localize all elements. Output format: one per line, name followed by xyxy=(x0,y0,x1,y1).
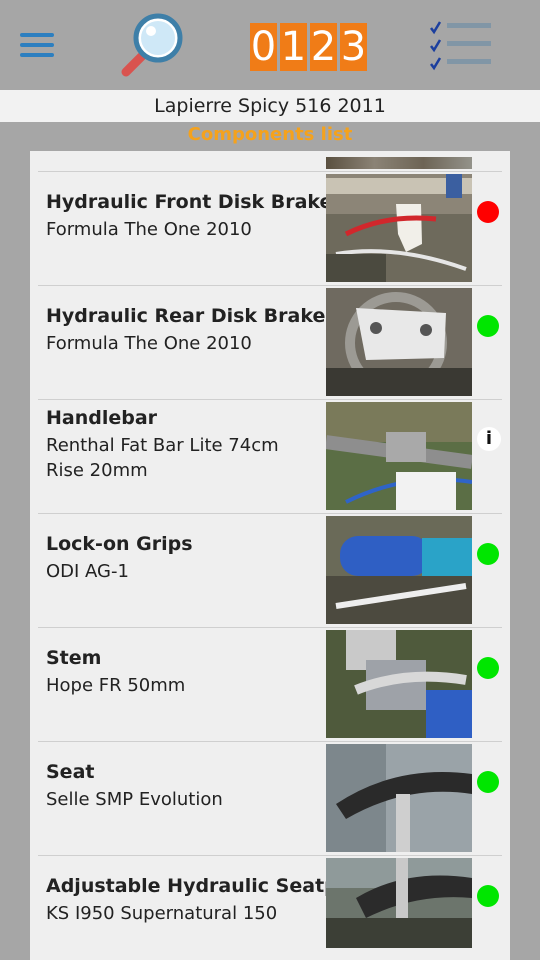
component-desc: KS I950 Supernatural 150 xyxy=(46,903,278,924)
info-icon[interactable]: i xyxy=(477,427,501,451)
component-desc: Formula The One 2010 xyxy=(46,333,252,354)
status-ok-icon xyxy=(477,885,499,907)
component-photo[interactable] xyxy=(326,402,472,510)
status-ok-icon xyxy=(477,771,499,793)
component-row-stem[interactable]: Stem Hope FR 50mm xyxy=(30,627,510,741)
status-ok-icon xyxy=(477,657,499,679)
component-desc: Hope FR 50mm xyxy=(46,675,186,696)
checklist-icon[interactable] xyxy=(425,18,495,72)
bike-title: Lapierre Spicy 516 2011 xyxy=(0,90,540,122)
counter-display: 0 1 2 3 xyxy=(250,23,367,71)
component-desc: Selle SMP Evolution xyxy=(46,789,223,810)
component-photo[interactable] xyxy=(326,174,472,282)
search-icon[interactable] xyxy=(118,12,188,82)
component-photo[interactable] xyxy=(326,744,472,852)
status-bad-icon xyxy=(477,201,499,223)
component-name: Stem xyxy=(46,647,102,669)
component-row-grips[interactable]: Lock-on Grips ODI AG-1 xyxy=(30,513,510,627)
components-list[interactable]: Hydraulic Front Disk Brake Formula The O… xyxy=(30,151,510,960)
component-name: Adjustable Hydraulic Seatpost xyxy=(46,875,372,897)
component-desc: Renthal Fat Bar Lite 74cm Rise 20mm xyxy=(46,435,279,481)
component-photo[interactable] xyxy=(326,516,472,624)
component-row-front-brake[interactable]: Hydraulic Front Disk Brake Formula The O… xyxy=(30,171,510,285)
component-row-seatpost[interactable]: Adjustable Hydraulic Seatpost KS I950 Su… xyxy=(30,855,510,960)
component-name: Seat xyxy=(46,761,95,783)
component-row-rear-brake[interactable]: Hydraulic Rear Disk Brake Formula The On… xyxy=(30,285,510,399)
component-photo[interactable] xyxy=(326,630,472,738)
counter-digit: 2 xyxy=(310,23,337,71)
component-row-seat[interactable]: Seat Selle SMP Evolution xyxy=(30,741,510,855)
component-name: Hydraulic Rear Disk Brake xyxy=(46,305,326,327)
component-photo[interactable] xyxy=(326,157,472,169)
status-ok-icon xyxy=(477,315,499,337)
status-ok-icon xyxy=(477,543,499,565)
section-title: Components list xyxy=(187,124,353,145)
counter-digit: 1 xyxy=(280,23,307,71)
counter-digit: 3 xyxy=(340,23,367,71)
component-desc: Formula The One 2010 xyxy=(46,219,252,240)
top-toolbar: 0 1 2 3 xyxy=(0,0,540,90)
component-photo[interactable] xyxy=(326,858,472,948)
component-row-handlebar[interactable]: Handlebar Renthal Fat Bar Lite 74cm Rise… xyxy=(30,399,510,513)
component-name: Handlebar xyxy=(46,407,158,429)
component-name: Hydraulic Front Disk Brake xyxy=(46,191,333,213)
component-desc: ODI AG-1 xyxy=(46,561,129,582)
component-name: Lock-on Grips xyxy=(46,533,193,555)
component-photo[interactable] xyxy=(326,288,472,396)
hamburger-menu-icon[interactable] xyxy=(20,33,54,59)
counter-digit: 0 xyxy=(250,23,277,71)
